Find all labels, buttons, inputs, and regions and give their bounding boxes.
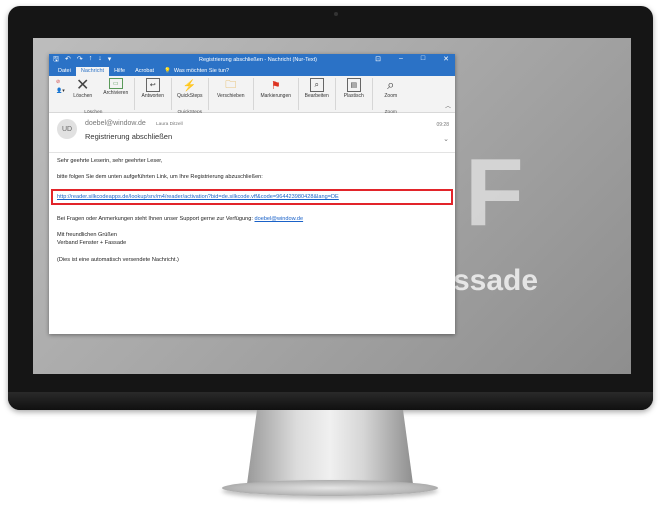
delete-label: Löschen (73, 93, 93, 99)
next-item-button[interactable]: ↓ (98, 55, 102, 66)
instruction-text: bitte folgen Sie dem unten aufgeführten … (57, 174, 263, 181)
move-label: Verschieben (216, 93, 245, 99)
tab-acrobat[interactable]: Acrobat (130, 67, 159, 76)
archive-button[interactable]: ▭ Archivieren (101, 78, 131, 110)
wallpaper-logo: F (465, 139, 526, 246)
undo-icon[interactable]: ↶ (65, 55, 71, 66)
editing-button[interactable]: ⌕ Bearbeiten (302, 78, 332, 110)
outlook-message-window: 🖫 ↶ ↷ ↑ ↓ ▾ Registrierung abschließen - … (49, 54, 455, 334)
stage: F ssade 🖫 ↶ ↷ ↑ ↓ ▾ Registrierung abschl… (0, 0, 661, 506)
group-zoom: ⌕ Zoom Zoom (373, 77, 409, 115)
group-editing: ⌕ Bearbeiten (299, 78, 336, 110)
wallpaper-tagline: ssade (453, 264, 539, 297)
tab-help[interactable]: Hilfe (109, 67, 130, 76)
archive-label: Archivieren (103, 90, 129, 96)
group-quicksteps: ⚡ QuickSteps QuickSteps (172, 78, 209, 115)
timestamp: 09:28 (436, 122, 449, 128)
quick-access-toolbar: 🖫 ↶ ↷ ↑ ↓ ▾ (53, 55, 111, 66)
support-email-link[interactable]: doebel@window.de (254, 216, 303, 222)
respond-label: Antworten (141, 93, 164, 99)
camera-dot (334, 12, 338, 16)
save-icon[interactable]: 🖫 (53, 55, 59, 66)
subject: Registrierung abschließen (85, 132, 173, 141)
maximize-icon[interactable]: □ (421, 55, 425, 63)
tell-me-box[interactable]: 💡 Was möchten Sie tun? (159, 67, 234, 76)
lightbulb-icon: 💡 (164, 68, 171, 74)
message-body: Sehr geehrte Leserin, sehr geehrter Lese… (49, 153, 455, 276)
sender[interactable]: doebel@window.de (85, 120, 146, 127)
junk-icon[interactable]: 👤▾ (56, 88, 65, 94)
respond-button[interactable]: ↩ Antworten (138, 78, 168, 110)
immersive-reader-button[interactable]: ▤ Plastisch (339, 78, 369, 110)
delete-x-icon: ✕ (76, 77, 90, 94)
chevron-down-icon[interactable]: ⌄ (443, 135, 449, 143)
ribbon-tabs: Datei Nachricht Hilfe Acrobat 💡 Was möch… (49, 66, 455, 76)
previous-item-button[interactable]: ↑ (89, 55, 93, 66)
closing: Mit freundlichen Grüßen (57, 232, 118, 239)
monitor-base (222, 480, 438, 496)
group-move: 🗀 Verschieben (209, 78, 254, 110)
zoom-label: Zoom (384, 93, 398, 99)
quicksteps-label: QuickSteps (176, 93, 203, 99)
activation-link[interactable]: http://reader.silkcodeapps.de/lookup/srv… (57, 194, 447, 200)
zoom-button[interactable]: ⌕ Zoom (376, 77, 406, 110)
immersive-label: Plastisch (343, 93, 364, 99)
monitor-chin (8, 392, 653, 410)
redo-icon[interactable]: ↷ (77, 55, 83, 66)
search-icon: ⌕ (309, 78, 324, 92)
group-respond: ↩ Antworten (135, 78, 172, 110)
greeting: Sehr geehrte Leserin, sehr geehrter Lese… (57, 158, 163, 164)
monitor-stand (247, 410, 413, 484)
archive-icon: ▭ (108, 78, 123, 89)
window-controls: ⊡ – □ ✕ (375, 55, 449, 63)
support-paragraph: Bei Fragen oder Anmerkungen steht Ihnen … (57, 215, 447, 223)
auto-note: (Dies ist eine automatisch versendete Na… (57, 256, 179, 263)
quicksteps-button[interactable]: ⚡ QuickSteps (175, 78, 205, 110)
move-folder-icon: 🗀 (225, 78, 237, 91)
window-title: Registrierung abschließen - Nachricht (N… (199, 57, 317, 63)
customize-qa-icon[interactable]: ▾ (108, 55, 112, 66)
signature: Verband Fenster + Fassade (57, 240, 127, 247)
signature-block: Mit freundlichen Grüßen Verband Fenster … (57, 231, 447, 247)
move-button[interactable]: 🗀 Verschieben (212, 78, 250, 110)
flag-icon: ⚑ (270, 79, 281, 92)
zoom-icon: ⌕ (387, 77, 395, 92)
respond-icon: ↩ (145, 78, 160, 92)
recipient: Laura Ditzell (156, 122, 183, 127)
close-icon[interactable]: ✕ (443, 55, 449, 63)
title-bar: 🖫 ↶ ↷ ↑ ↓ ▾ Registrierung abschließen - … (49, 54, 455, 66)
ribbon: ⊘ 👤▾ ✕ Löschen ▭ Archivieren Löschen (49, 76, 455, 115)
message-header: UD doebel@window.de Laura Ditzell Regist… (49, 113, 455, 153)
delete-button[interactable]: ✕ Löschen (68, 77, 98, 110)
group-tags: ⚑ Markierungen (254, 78, 299, 110)
avatar: UD (57, 119, 77, 139)
tags-button[interactable]: ⚑ Markierungen (257, 78, 295, 110)
lightning-icon: ⚡ (182, 79, 197, 92)
minimize-icon[interactable]: – (399, 55, 403, 63)
tags-label: Markierungen (260, 93, 292, 99)
collapse-ribbon-icon[interactable]: ︿ (445, 101, 451, 110)
ribbon-display-icon[interactable]: ⊡ (375, 55, 381, 63)
screen: F ssade 🖫 ↶ ↷ ↑ ↓ ▾ Registrierung abschl… (33, 38, 631, 374)
tell-me-text: Was möchten Sie tun? (173, 68, 230, 74)
delete-small-buttons: ⊘ 👤▾ (56, 79, 65, 110)
group-immersive: ▤ Plastisch (336, 78, 373, 110)
highlighted-link-box: http://reader.silkcodeapps.de/lookup/srv… (51, 189, 453, 206)
immersive-reader-icon: ▤ (346, 78, 361, 92)
group-delete: ⊘ 👤▾ ✕ Löschen ▭ Archivieren Löschen (53, 77, 135, 115)
ignore-icon[interactable]: ⊘ (56, 79, 65, 85)
editing-label: Bearbeiten (304, 93, 329, 99)
support-text: Bei Fragen oder Anmerkungen steht Ihnen … (57, 216, 253, 223)
tab-file[interactable]: Datei (53, 67, 76, 76)
